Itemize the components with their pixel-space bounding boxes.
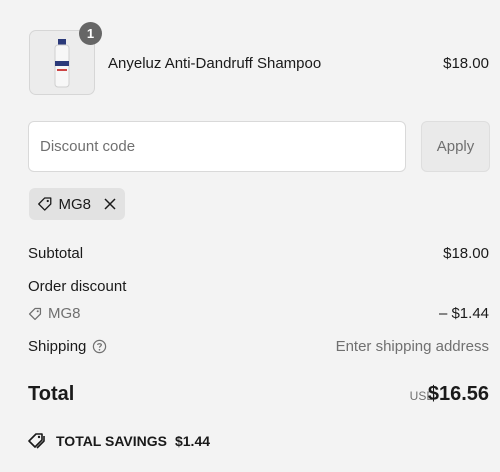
close-icon xyxy=(104,198,116,210)
subtotal-label: Subtotal xyxy=(28,245,84,262)
remove-discount-button[interactable] xyxy=(103,197,117,211)
tags-icon xyxy=(28,433,45,449)
product-name: Anyeluz Anti-Dandruff Shampoo xyxy=(108,55,322,72)
applied-discount-code: MG8 xyxy=(58,195,91,213)
quantity-badge: 1 xyxy=(79,22,102,45)
help-icon[interactable] xyxy=(92,339,107,354)
apply-discount-button[interactable]: Apply xyxy=(421,121,490,172)
total-savings: TOTAL SAVINGS $1.44 xyxy=(28,432,210,450)
shipping-label-row: Shipping xyxy=(28,338,107,355)
total-savings-value: $1.44 xyxy=(174,433,211,449)
order-discount-code: MG8 xyxy=(48,305,81,322)
tag-icon xyxy=(28,307,42,320)
shipping-value: Enter shipping address xyxy=(335,338,489,355)
total-savings-label: TOTAL SAVINGS xyxy=(56,433,167,449)
total-value: $16.56 xyxy=(427,383,489,405)
subtotal-value: $18.00 xyxy=(443,245,489,262)
tag-icon xyxy=(38,197,52,211)
order-discount-value: – $1.44 xyxy=(438,305,489,322)
product-price: $18.00 xyxy=(443,55,489,72)
shampoo-bottle-icon xyxy=(54,39,70,88)
applied-discount-chip: MG8 xyxy=(29,188,125,220)
order-discount-code-row: MG8 xyxy=(28,305,81,322)
shipping-label: Shipping xyxy=(28,338,87,355)
total-label: Total xyxy=(28,383,75,405)
discount-code-input[interactable] xyxy=(28,121,406,172)
order-discount-label: Order discount xyxy=(28,278,127,295)
